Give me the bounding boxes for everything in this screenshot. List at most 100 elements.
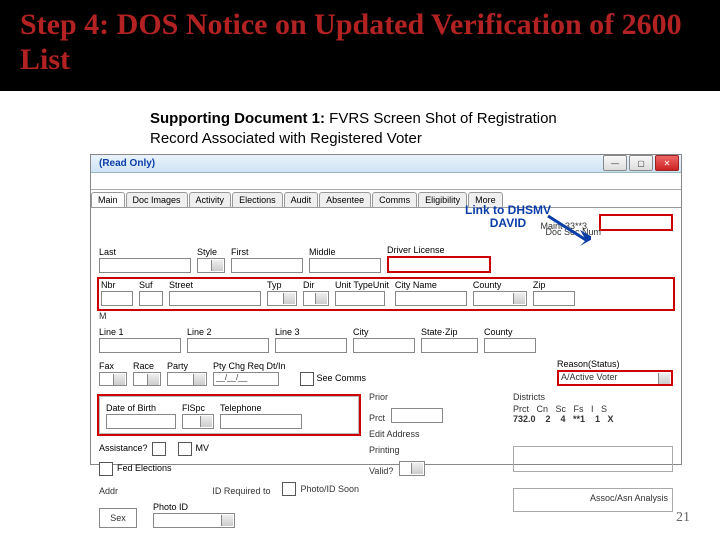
assoc-label: Assoc/Asn Analysis: [590, 493, 668, 503]
see-comms-checkbox[interactable]: [300, 372, 314, 386]
typ-label: Typ: [267, 280, 297, 290]
valid-field[interactable]: [399, 461, 425, 476]
tab-doc-images[interactable]: Doc Images: [126, 192, 188, 207]
tab-comms[interactable]: Comms: [372, 192, 417, 207]
dir-label: Dir: [303, 280, 329, 290]
idreq-label: ID Required to: [212, 486, 270, 496]
mcounty-field[interactable]: [484, 338, 536, 353]
tab-elections[interactable]: Elections: [232, 192, 283, 207]
fvrs-screenshot: (Read Only) — ▢ ✕ Main Doc Images Activi…: [90, 154, 682, 465]
mv-label: MV: [196, 443, 210, 453]
nbr-label: Nbr: [101, 280, 133, 290]
fax-field[interactable]: [99, 372, 127, 386]
typ-field[interactable]: [267, 291, 297, 306]
photoid-check[interactable]: [282, 482, 296, 496]
city-label: City Name: [395, 280, 467, 290]
party-field[interactable]: [167, 372, 207, 386]
prct-field[interactable]: [391, 408, 443, 423]
ptychg-field[interactable]: __/__/__: [213, 372, 279, 386]
dob-field[interactable]: [106, 414, 176, 429]
county-label: County: [473, 280, 527, 290]
supporting-doc-caption: Supporting Document 1: FVRS Screen Shot …: [150, 109, 600, 150]
middle-label: Middle: [309, 247, 381, 257]
tel-label: Telephone: [220, 403, 302, 413]
photoid-field[interactable]: [153, 513, 235, 528]
assist-label: Assistance?: [99, 443, 148, 453]
arrow-icon: [546, 214, 591, 249]
fed-check[interactable]: [99, 462, 113, 476]
first-field[interactable]: [231, 258, 303, 273]
districts-cols: Prct Cn Sc Fs I S: [513, 404, 673, 414]
reason-status-field[interactable]: A/Active Voter: [557, 370, 673, 386]
unit-label: Unit TypeUnit: [335, 280, 389, 290]
county-field[interactable]: [473, 291, 527, 306]
ptychg-label: Pty Chg Req Dt/In: [213, 361, 286, 371]
middle-field[interactable]: [309, 258, 381, 273]
reason-label: Reason(Status): [557, 359, 673, 369]
valid-label: Valid?: [369, 466, 393, 476]
districts-row: 732.0 2 4 **1 1 X: [513, 414, 673, 424]
flspc-field[interactable]: [182, 414, 214, 429]
style-field[interactable]: [197, 258, 225, 273]
line1-field[interactable]: [99, 338, 181, 353]
minimize-icon[interactable]: —: [603, 155, 627, 171]
doc-sec-field[interactable]: [599, 214, 673, 231]
tab-strip: Main Doc Images Activity Elections Audit…: [91, 190, 681, 208]
nbr-field[interactable]: [101, 291, 133, 306]
stat-box-1: [513, 446, 673, 472]
fax-label: Fax: [99, 361, 127, 371]
editaddr-label: Edit Address: [369, 429, 420, 439]
sex-button[interactable]: Sex: [99, 508, 137, 528]
unit-field[interactable]: [335, 291, 385, 306]
street-field[interactable]: [169, 291, 261, 306]
zip-label: Zip: [533, 280, 575, 290]
suf-label: Suf: [139, 280, 163, 290]
dl-label: Driver License: [387, 245, 491, 255]
suf-field[interactable]: [139, 291, 163, 306]
flspc-label: FlSpc: [182, 403, 214, 413]
street-label: Street: [169, 280, 261, 290]
dob-label: Date of Birth: [106, 403, 176, 413]
prct-label: Prct: [369, 413, 385, 423]
race-label: Race: [133, 361, 161, 371]
mcounty-label: County: [484, 327, 536, 337]
city-field[interactable]: [395, 291, 467, 306]
dir-field[interactable]: [303, 291, 329, 306]
line2-label: Line 2: [187, 327, 269, 337]
line1-label: Line 1: [99, 327, 181, 337]
close-icon[interactable]: ✕: [655, 155, 679, 171]
line2-field[interactable]: [187, 338, 269, 353]
race-field[interactable]: [133, 372, 161, 386]
window-titlebar: (Read Only) — ▢ ✕: [91, 155, 681, 173]
prior-label: Prior: [369, 392, 388, 402]
maximize-icon[interactable]: ▢: [629, 155, 653, 171]
toolbar-blank: [91, 173, 681, 190]
last-field[interactable]: [99, 258, 191, 273]
photoid-label: Photo ID: [153, 502, 235, 512]
tab-activity[interactable]: Activity: [189, 192, 232, 207]
mcity-label: City: [353, 327, 415, 337]
tab-absentee[interactable]: Absentee: [319, 192, 371, 207]
slide-title: Step 4: DOS Notice on Updated Verificati…: [20, 8, 700, 77]
m-label: M: [99, 311, 107, 321]
title-bar: Step 4: DOS Notice on Updated Verificati…: [0, 0, 720, 91]
mcity-field[interactable]: [353, 338, 415, 353]
caption-bold: Supporting Document 1:: [150, 110, 325, 127]
party-label: Party: [167, 361, 207, 371]
mv-check[interactable]: [178, 442, 192, 456]
printing-label: Printing: [369, 445, 400, 455]
tab-main[interactable]: Main: [91, 192, 125, 207]
addr-label: Addr: [99, 486, 118, 496]
tab-audit[interactable]: Audit: [284, 192, 319, 207]
first-label: First: [231, 247, 303, 257]
see-comms-label: See Comms: [317, 373, 367, 383]
line3-field[interactable]: [275, 338, 347, 353]
assist-check[interactable]: [152, 442, 166, 456]
page-number: 21: [676, 510, 690, 526]
zip-field[interactable]: [533, 291, 575, 306]
districts-header: Districts: [513, 392, 673, 402]
dl-field[interactable]: [387, 256, 491, 273]
statezip-field[interactable]: [421, 338, 478, 353]
style-label: Style: [197, 247, 225, 257]
tel-field[interactable]: [220, 414, 302, 429]
